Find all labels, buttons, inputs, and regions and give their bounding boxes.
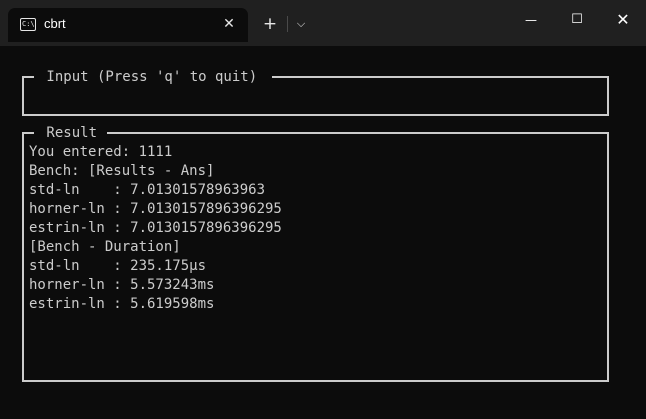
result-line: Bench: [Results - Ans]: [29, 163, 215, 179]
result-line: std-ln : 235.175µs: [29, 258, 207, 274]
title-bar: C:\ cbrt ✕ + ⌵ — ☐ ✕: [0, 0, 646, 46]
chevron-down-icon[interactable]: ⌵: [290, 12, 312, 36]
tab-cbrt[interactable]: C:\ cbrt ✕: [8, 8, 248, 42]
result-line: You entered: 1111: [29, 144, 173, 160]
result-line: std-ln : 7.01301578963963: [29, 182, 266, 198]
result-line: [Bench - Duration]: [29, 239, 181, 255]
result-lines: You entered: 1111 Bench: [Results - Ans]…: [29, 143, 282, 314]
new-tab-button[interactable]: +: [258, 12, 282, 36]
result-panel: Result You entered: 1111 Bench: [Results…: [22, 123, 609, 382]
maximize-button[interactable]: ☐: [554, 0, 600, 40]
tab-title: cbrt: [44, 16, 66, 31]
input-panel[interactable]: Input (Press 'q' to quit): [22, 67, 609, 116]
minimize-button[interactable]: —: [508, 0, 554, 40]
tab-divider: [287, 16, 288, 32]
result-line: horner-ln : 5.573243ms: [29, 277, 215, 293]
result-panel-border-top: [22, 132, 609, 134]
close-window-button[interactable]: ✕: [600, 0, 646, 40]
terminal-icon: C:\: [20, 18, 36, 31]
result-line: estrin-ln : 5.619598ms: [29, 296, 215, 312]
result-line: estrin-ln : 7.0130157896396295: [29, 220, 282, 236]
result-line: horner-ln : 7.0130157896396295: [29, 201, 282, 217]
tab-close-icon[interactable]: ✕: [218, 13, 240, 35]
terminal-content[interactable]: Input (Press 'q' to quit) Result You ent…: [0, 46, 646, 419]
result-panel-title: Result: [36, 123, 108, 143]
input-panel-title: Input (Press 'q' to quit): [36, 67, 268, 87]
